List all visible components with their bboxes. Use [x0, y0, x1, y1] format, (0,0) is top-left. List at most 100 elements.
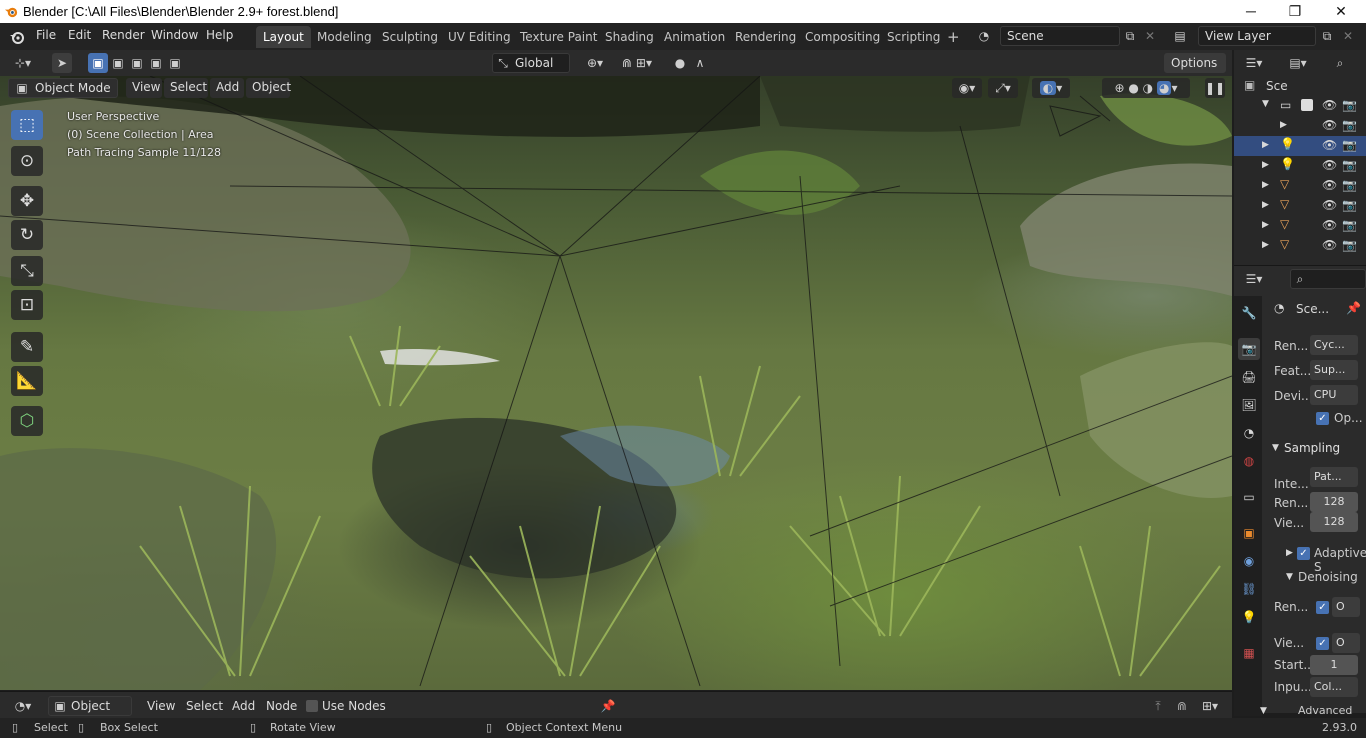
- select-extend-icon[interactable]: ▣: [108, 53, 128, 73]
- scene-browse-icon[interactable]: ◔: [974, 26, 994, 46]
- select-subtract-icon[interactable]: ▣: [127, 53, 147, 73]
- object-tab-icon[interactable]: ▣: [1238, 522, 1260, 544]
- minimize-button[interactable]: ─: [1228, 0, 1274, 23]
- falloff-icon[interactable]: ∧: [690, 53, 710, 73]
- parent-node-tree-icon[interactable]: ⤒: [1148, 696, 1168, 716]
- editor-type-icon[interactable]: ⊹▾: [8, 53, 38, 73]
- eye-icon[interactable]: 👁: [1322, 178, 1337, 192]
- rotate-tool-icon[interactable]: ↻: [11, 220, 43, 250]
- menu-window[interactable]: Window: [151, 28, 198, 42]
- proportional-edit-icon[interactable]: ●: [670, 53, 690, 73]
- denoise-render-dropdown[interactable]: O: [1332, 597, 1360, 617]
- outliner-row[interactable]: ▶ 👁 📷: [1234, 116, 1366, 136]
- outliner-row-scene-collection[interactable]: ▣ Sce: [1234, 76, 1366, 96]
- tab-texture-paint[interactable]: Texture Paint: [513, 26, 604, 48]
- select-invert-icon[interactable]: ▣: [146, 53, 166, 73]
- menu-view[interactable]: View: [126, 78, 162, 98]
- expand-icon[interactable]: ▶: [1262, 220, 1269, 230]
- denoise-input-dropdown[interactable]: Col...: [1310, 677, 1358, 697]
- view-layer-tab-icon[interactable]: 🖼: [1238, 394, 1260, 416]
- sampling-section-title[interactable]: Sampling: [1284, 441, 1340, 455]
- output-tab-icon[interactable]: 🖨: [1238, 366, 1260, 388]
- node-menu-add[interactable]: Add: [232, 699, 255, 713]
- render-engine-dropdown[interactable]: Cyc...: [1310, 335, 1358, 355]
- tab-shading[interactable]: Shading: [598, 26, 661, 48]
- menu-object[interactable]: Object: [246, 78, 291, 98]
- tab-uv-editing[interactable]: UV Editing: [441, 26, 518, 48]
- select-new-icon[interactable]: ▣: [88, 53, 108, 73]
- outliner-row-mesh[interactable]: ▶ ▽ 👁 📷: [1234, 216, 1366, 236]
- move-tool-icon[interactable]: ✥: [11, 186, 43, 216]
- tab-compositing[interactable]: Compositing: [798, 26, 887, 48]
- transform-tool-icon[interactable]: ⊡: [11, 290, 43, 320]
- view-layer-copy-icon[interactable]: ⧉: [1317, 26, 1337, 46]
- view-layer-name-field[interactable]: View Layer: [1198, 26, 1316, 46]
- scene-copy-icon[interactable]: ⧉: [1120, 26, 1140, 46]
- use-nodes-checkbox[interactable]: [306, 700, 318, 712]
- add-cube-tool-icon[interactable]: ⬡: [11, 406, 43, 436]
- pause-render-icon[interactable]: ❚❚: [1205, 78, 1225, 98]
- snap-icon[interactable]: ⋒ ⊞▾: [612, 53, 662, 73]
- denoising-section-title[interactable]: Denoising: [1298, 570, 1358, 584]
- adaptive-sampling-checkbox[interactable]: ✓: [1297, 547, 1310, 560]
- measure-tool-icon[interactable]: 📐: [11, 366, 43, 396]
- denoise-viewport-dropdown[interactable]: O: [1332, 633, 1360, 653]
- 3d-viewport[interactable]: User Perspective (0) Scene Collection | …: [0, 76, 1232, 690]
- menu-select[interactable]: Select: [164, 78, 208, 98]
- render-camera-icon[interactable]: 📷: [1342, 118, 1357, 132]
- integrator-dropdown[interactable]: Pat...: [1310, 467, 1358, 487]
- advanced-collapse-icon[interactable]: ▼: [1260, 706, 1267, 716]
- tab-scripting[interactable]: Scripting: [880, 26, 947, 48]
- scene-close-icon[interactable]: ✕: [1140, 26, 1160, 46]
- node-editor-type-icon[interactable]: ◔▾: [8, 696, 38, 716]
- menu-edit[interactable]: Edit: [68, 28, 91, 42]
- outliner-display-mode-icon[interactable]: ▤▾: [1284, 53, 1312, 73]
- outliner-editor-type-icon[interactable]: ☰▾: [1240, 53, 1268, 73]
- outliner-row-selected-light[interactable]: ▶ 💡 👁 📷: [1234, 136, 1366, 156]
- render-camera-icon[interactable]: 📷: [1342, 218, 1357, 232]
- expand-icon[interactable]: ▶: [1280, 120, 1287, 130]
- maximize-button[interactable]: ❐: [1272, 0, 1318, 23]
- overlays-icon[interactable]: ◐ ▾: [1032, 78, 1070, 98]
- gizmo-icon[interactable]: ⤢▾: [988, 78, 1018, 98]
- select-tool-icon[interactable]: ➤: [52, 53, 72, 73]
- close-button[interactable]: ✕: [1318, 0, 1364, 23]
- tab-animation[interactable]: Animation: [657, 26, 732, 48]
- collection-tab-icon[interactable]: ▭: [1238, 486, 1260, 508]
- pivot-point-icon[interactable]: ⊕▾: [580, 53, 610, 73]
- outliner-row-mesh[interactable]: ▶ ▽ 👁 📷: [1234, 196, 1366, 216]
- render-camera-icon[interactable]: 📷: [1342, 238, 1357, 252]
- feature-set-dropdown[interactable]: Sup...: [1310, 360, 1358, 380]
- node-menu-view[interactable]: View: [147, 699, 175, 713]
- collection-checkbox[interactable]: [1301, 99, 1313, 111]
- render-samples-field[interactable]: 128: [1310, 492, 1358, 512]
- visibility-icon[interactable]: ◉▾: [952, 78, 982, 98]
- advanced-section-title[interactable]: Advanced: [1298, 704, 1352, 717]
- sampling-collapse-icon[interactable]: ▼: [1272, 443, 1279, 453]
- denoise-viewport-checkbox[interactable]: ✓: [1316, 637, 1329, 650]
- menu-file[interactable]: File: [36, 28, 56, 42]
- expand-icon[interactable]: ▶: [1262, 240, 1269, 250]
- denoise-render-checkbox[interactable]: ✓: [1316, 601, 1329, 614]
- open-shading-checkbox[interactable]: ✓: [1316, 412, 1329, 425]
- render-camera-icon[interactable]: 📷: [1342, 178, 1357, 192]
- eye-icon[interactable]: 👁: [1322, 138, 1337, 152]
- view-layer-browse-icon[interactable]: ▤: [1170, 26, 1190, 46]
- outliner-search-icon[interactable]: ⌕: [1330, 53, 1350, 73]
- shading-mode-icons[interactable]: ⊕ ● ◑ ◕ ▾: [1102, 78, 1190, 98]
- render-camera-icon[interactable]: 📷: [1342, 98, 1357, 112]
- cursor-tool-icon[interactable]: ⊙: [11, 146, 43, 176]
- node-snap-mode-icon[interactable]: ⊞▾: [1196, 696, 1224, 716]
- options-dropdown[interactable]: Options: [1164, 53, 1226, 73]
- annotate-tool-icon[interactable]: ✎: [11, 332, 43, 362]
- node-menu-node[interactable]: Node: [266, 699, 297, 713]
- expand-icon[interactable]: ▶: [1262, 160, 1269, 170]
- select-intersect-icon[interactable]: ▣: [165, 53, 185, 73]
- eye-icon[interactable]: 👁: [1322, 218, 1337, 232]
- select-box-tool-icon[interactable]: ⬚: [11, 110, 43, 140]
- render-camera-icon[interactable]: 📷: [1342, 158, 1357, 172]
- properties-editor-type-icon[interactable]: ☰▾: [1240, 269, 1268, 289]
- viewport-samples-field[interactable]: 128: [1310, 512, 1358, 532]
- texture-tab-icon[interactable]: ▦: [1238, 642, 1260, 664]
- render-tab-icon[interactable]: 📷: [1238, 338, 1260, 360]
